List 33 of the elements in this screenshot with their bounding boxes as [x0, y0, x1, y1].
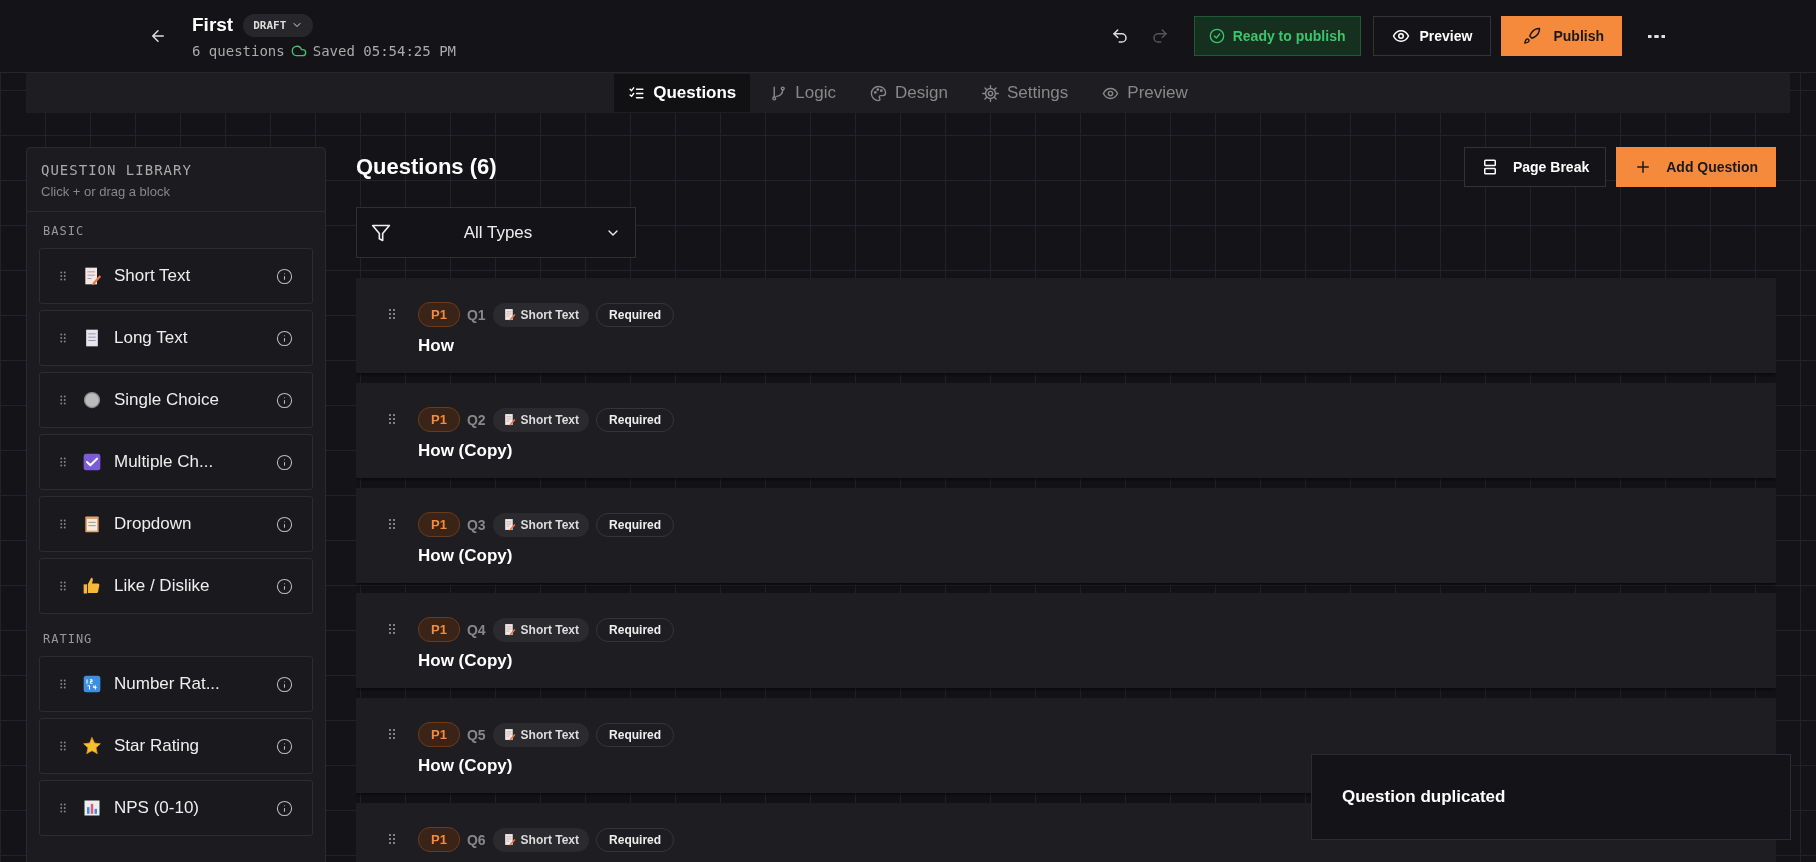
- panel-hint: Click + or drag a block: [41, 184, 171, 199]
- type-label: Short Text: [520, 307, 580, 322]
- question-title: How (Copy): [418, 441, 514, 461]
- form-title: First: [192, 14, 234, 36]
- section-heading: Questions (6): [356, 154, 498, 180]
- type-label: Short Text: [520, 832, 580, 847]
- section-title: BASIC: [43, 224, 86, 238]
- question-number: Q4: [466, 621, 486, 638]
- question-number: Q5: [466, 726, 486, 743]
- question-title: How (Copy): [418, 651, 514, 671]
- question-number: Q3: [466, 516, 486, 533]
- page-tag: P1: [418, 407, 460, 432]
- type-label: Short Text: [520, 622, 580, 637]
- type-label: Short Text: [520, 412, 580, 427]
- type-label: Short Text: [520, 727, 580, 742]
- question-title: How (Copy): [418, 546, 514, 566]
- question-number: Q6: [466, 831, 486, 848]
- question-title: How: [418, 336, 455, 356]
- page-tag: P1: [418, 302, 460, 327]
- type-label: Short Text: [520, 517, 580, 532]
- panel-title: QUESTION LIBRARY: [41, 162, 193, 178]
- saved-status: Saved 05:54:25 PM: [312, 42, 456, 59]
- question-number: Q1: [466, 306, 486, 323]
- question-count: 6 questions: [192, 42, 285, 59]
- section-title: RATING: [43, 632, 94, 646]
- page-tag: P1: [418, 827, 460, 852]
- ready-status: Ready to publish: [1193, 16, 1361, 56]
- question-title: How (Copy): [418, 756, 514, 776]
- question-number: Q2: [466, 411, 486, 428]
- duplicated-toast: Question duplicated: [1311, 754, 1791, 840]
- page-tag: P1: [418, 512, 460, 537]
- page-tag: P1: [418, 722, 460, 747]
- page-tag: P1: [418, 617, 460, 642]
